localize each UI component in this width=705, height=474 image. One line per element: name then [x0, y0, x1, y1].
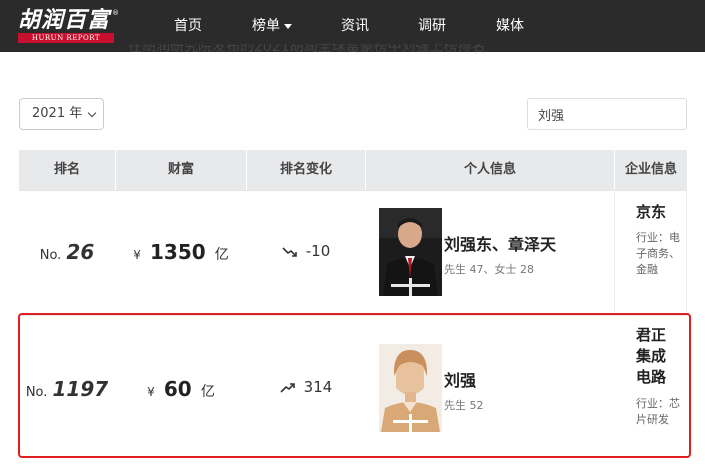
intro-text: 在胡润研究院发布的2021胡润全球富豪榜中刘强上榜排名 [128, 44, 486, 55]
search-input[interactable] [527, 98, 687, 130]
rank-change-cell: -10 [247, 242, 365, 260]
row-divider [19, 190, 687, 191]
nav-item-label: 媒体 [496, 18, 524, 34]
header-wealth[interactable]: 财富 [116, 150, 246, 190]
nav-item-label: 榜单 [252, 18, 280, 34]
company-industry: 行业：电子商务、金融 [636, 231, 680, 276]
wealth-cell: ¥ 1350 亿 [116, 240, 246, 264]
table-header: 排名 财富 排名变化 个人信息 企业信息 [19, 150, 687, 190]
trend-down-icon [282, 246, 297, 257]
column-divider [614, 190, 615, 316]
chevron-down-icon [87, 108, 97, 118]
rank-prefix: No. [39, 248, 62, 263]
highlight-box [18, 313, 691, 458]
header-rank[interactable]: 排名 [19, 150, 115, 190]
year-select[interactable]: 2021 年 [19, 98, 104, 130]
wealth-value: 1350 [149, 240, 206, 264]
nav-item-label: 资讯 [341, 18, 369, 34]
hurun-logo[interactable]: 胡润百富 ® HURUN REPORT [18, 8, 119, 43]
person-detail: 先生 47、女士 28 [444, 263, 534, 276]
nav-item-media[interactable]: 媒体 [496, 0, 524, 52]
rank-change-value: -10 [305, 242, 331, 260]
header-rank-change[interactable]: 排名变化 [247, 150, 365, 190]
year-select-value: 2021 年 [32, 106, 83, 121]
header-company-info: 企业信息 [624, 162, 677, 177]
nav-item-label: 调研 [418, 18, 446, 34]
column-divider [686, 190, 687, 316]
nav-item-label: 首页 [174, 18, 202, 34]
rank-number: 26 [66, 240, 95, 264]
rank-cell: No. 26 [19, 240, 115, 264]
company-name[interactable]: 京东 [636, 202, 676, 223]
person-name[interactable]: 刘强东、章泽天 [444, 231, 556, 255]
header-personal-info: 个人信息 [463, 162, 516, 177]
person-photo-icon [379, 208, 442, 296]
logo-registered-mark: ® [112, 9, 119, 17]
wealth-unit: 亿 [214, 247, 229, 263]
logo-chinese-text: 胡润百富 [18, 8, 111, 33]
caret-down-icon [284, 23, 292, 29]
logo-english-text: HURUN REPORT [18, 33, 114, 43]
currency-symbol: ¥ [133, 248, 141, 262]
